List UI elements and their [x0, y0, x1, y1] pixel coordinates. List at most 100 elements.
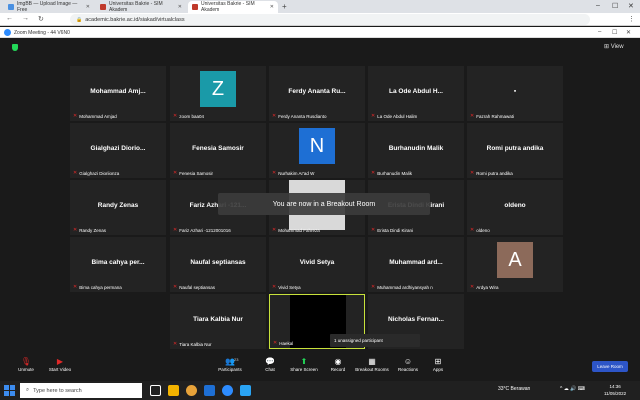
participant-name-label: Gialghazi Dioriionza	[79, 170, 120, 176]
forward-arrow-icon[interactable]: →	[22, 15, 29, 22]
taskbar-clock[interactable]: 14:36 11/05/2022	[604, 383, 626, 397]
browser-menu-icon[interactable]: ⋮	[628, 15, 635, 23]
chat-label: Chat	[265, 367, 275, 372]
participant-tile[interactable]: A ✕ Ardya Wira	[467, 237, 563, 292]
apps-icon: ⊞	[434, 357, 442, 366]
participant-tile[interactable]: La Ode Abdul H... ✕ La Ode Abdul Halim	[368, 66, 464, 121]
participant-display-name: Vivid Setya	[299, 259, 335, 266]
share-screen-label: Share Screen	[290, 367, 318, 372]
unassigned-participant-notice[interactable]: 1 unassigned participant	[330, 334, 420, 347]
participant-name-label: Tiara Kalbia Nur	[179, 341, 212, 347]
participant-tile[interactable]: Gialghazi Diorio... ✕ Gialghazi Dioriionza	[70, 123, 166, 178]
participant-display-name: Ferdy Ananta Ru...	[288, 88, 346, 95]
participant-tile[interactable]: Burhanudin Malik ✕ Burhanudin Malik	[368, 123, 464, 178]
new-tab-button[interactable]: +	[282, 2, 287, 11]
clock-time: 14:36	[609, 384, 621, 389]
security-shield-icon[interactable]	[12, 44, 18, 51]
browser-tab-3-active[interactable]: Universitas Bakrie - SIM Akadem ✕	[188, 1, 278, 13]
participant-name-label: Mohammad Amjad	[79, 113, 117, 119]
participant-name-tag: ✕ Haekal	[273, 340, 293, 346]
system-tray-icons[interactable]: ^ ☁ 🔊 ⌨	[560, 386, 585, 392]
zoom-maximize-button[interactable]: ☐	[612, 29, 617, 36]
leave-room-button[interactable]: Leave Room	[592, 361, 628, 372]
breakout-rooms-button[interactable]: ▦ Breakout Rooms	[354, 357, 390, 372]
start-video-button[interactable]: ▶ Start Video	[42, 357, 78, 372]
windows-start-icon[interactable]	[4, 385, 15, 396]
url-text: academic.bakrie.ac.id/siakad/virtualclas…	[85, 16, 185, 23]
participant-name-label: Fazrah Rahmawati	[476, 113, 514, 119]
maximize-window-button[interactable]: ☐	[612, 2, 618, 10]
participant-tile[interactable]: Randy Zenas ✕ Randy Zenas	[70, 180, 166, 235]
participant-name-label: zoom baa04	[179, 113, 204, 119]
word-app-icon[interactable]	[204, 385, 215, 396]
muted-mic-icon: ✕	[470, 227, 475, 233]
participant-name-tag: ✕ Gialghazi Dioriionza	[73, 170, 119, 176]
participant-display-name: Fenesia Samosir	[192, 145, 244, 152]
record-label: Record	[330, 367, 346, 372]
participant-tile[interactable]: N ✕ Nurhakim Ar'ad W	[269, 123, 365, 178]
unmute-button[interactable]: 🎙 Unmute	[8, 357, 44, 372]
chat-button[interactable]: 💬 Chat	[252, 357, 288, 372]
close-tab-icon[interactable]: ✕	[270, 4, 274, 10]
participant-tile[interactable]: Tiara Kalbia Nur ✕ Tiara Kalbia Nur	[170, 294, 266, 349]
zoom-logo-icon	[4, 29, 11, 36]
close-window-button[interactable]: ✕	[628, 2, 634, 10]
participant-avatar: A	[497, 242, 533, 278]
unmute-label: Unmute	[18, 367, 34, 372]
url-field[interactable]: 🔒 academic.bakrie.ac.id/siakad/virtualcl…	[70, 14, 590, 25]
participant-tile[interactable]: Naufal septiansas ✕ Naufal septiansas	[170, 237, 266, 292]
muted-mic-icon: ✕	[173, 113, 178, 119]
participant-name-label: Bima cahya permana	[79, 284, 122, 290]
mail-app-icon[interactable]	[240, 385, 251, 396]
participant-tile[interactable]: Bima cahya per... ✕ Bima cahya permana	[70, 237, 166, 292]
zoom-app-icon[interactable]	[222, 385, 233, 396]
participant-tile[interactable]: Muhammad ard... ✕ Muhammad ardhiyansyah n	[368, 237, 464, 292]
participant-name-label: Erista Dindi Kirani	[377, 227, 413, 233]
participant-tile[interactable]: Vivid Setya ✕ Vivid Setya	[269, 237, 365, 292]
file-explorer-icon[interactable]	[168, 385, 179, 396]
participant-tile[interactable]: Romi putra andika ✕ Romi putra andika	[467, 123, 563, 178]
close-tab-icon[interactable]: ✕	[86, 4, 90, 10]
participant-tile[interactable]: Mohammad Amj... ✕ Mohammad Amjad	[70, 66, 166, 121]
record-button[interactable]: ◉ Record	[320, 357, 356, 372]
reload-icon[interactable]: ↻	[38, 15, 44, 23]
browser-address-bar: ← → ↻ 🔒 academic.bakrie.ac.id/siakad/vir…	[0, 13, 640, 26]
chrome-browser-icon[interactable]	[186, 385, 197, 396]
participant-name-tag: ✕ Erista Dindi Kirani	[371, 227, 413, 233]
zoom-close-button[interactable]: ✕	[626, 29, 631, 36]
participants-label: Participants	[218, 367, 242, 372]
participant-tile[interactable]: ▪ ✕ Fazrah Rahmawati	[467, 66, 563, 121]
breakout-rooms-icon: ▦	[368, 357, 376, 366]
participant-display-name: oldeno	[504, 202, 526, 209]
participant-avatar: N	[299, 128, 335, 164]
participants-button[interactable]: 👥 23 Participants	[212, 357, 248, 372]
participant-name-label: Randy Zenas	[79, 227, 106, 233]
participant-tile[interactable]: Z ✕ zoom baa04	[170, 66, 266, 121]
minimize-window-button[interactable]: –	[596, 2, 600, 9]
participant-name-tag: ✕ Nurhakim Ar'ad W	[272, 170, 314, 176]
view-button[interactable]: ⊞ View	[604, 43, 624, 50]
zoom-minimize-button[interactable]: –	[598, 29, 601, 35]
participant-tile[interactable]: oldeno ✕ oldeno	[467, 180, 563, 235]
participant-tile[interactable]: Fenesia Samosir ✕ Fenesia Samosir	[170, 123, 266, 178]
muted-mic-icon: ✕	[371, 227, 376, 233]
participant-display-name: Nicholas Fernan...	[388, 316, 444, 323]
participant-name-tag: ✕ zoom baa04	[173, 113, 204, 119]
task-view-icon[interactable]	[150, 385, 161, 396]
zoom-title-bar: Zoom Meeting - 44 V6N0 – ☐ ✕	[0, 27, 640, 38]
participant-tile[interactable]: Ferdy Ananta Ru... ✕ Ferdy Ananta Rusdiant…	[269, 66, 365, 121]
share-screen-icon: ⬆	[300, 357, 308, 366]
participant-display-name: Mohammad Amj...	[90, 88, 146, 95]
browser-tab-1[interactable]: ImgBB — Upload Image — Free ✕	[4, 1, 94, 13]
taskbar-search-box[interactable]: ⌕ Type here to search	[20, 383, 142, 398]
share-screen-button[interactable]: ⬆ Share Screen	[286, 357, 322, 372]
apps-button[interactable]: ⊞ Apps	[420, 357, 456, 372]
back-arrow-icon[interactable]: ←	[6, 15, 13, 22]
weather-widget[interactable]: 33°C Berawan	[498, 386, 530, 392]
close-tab-icon[interactable]: ✕	[178, 4, 182, 10]
participant-display-name: Romi putra andika	[486, 145, 544, 152]
browser-tab-2[interactable]: Universitas Bakrie - SIM Akadem ✕	[96, 1, 186, 13]
muted-mic-icon: ✕	[272, 113, 277, 119]
participant-name-label: oldeno	[476, 227, 490, 233]
participant-name-label: Nurhakim Ar'ad W	[278, 170, 315, 176]
